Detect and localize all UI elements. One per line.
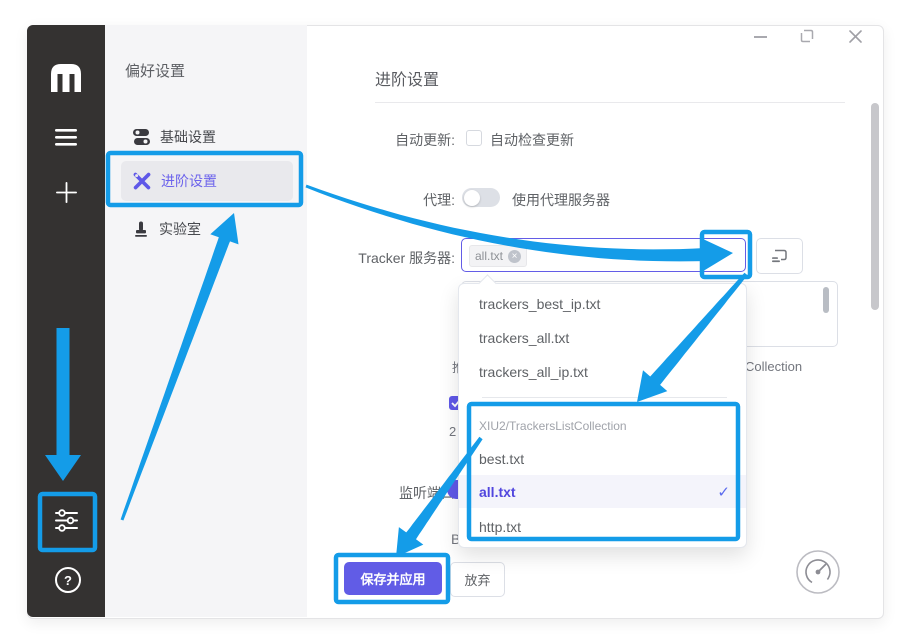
basic-settings-icon xyxy=(133,129,150,145)
sidebar-item-basic-settings[interactable]: 基础设置 xyxy=(121,117,293,157)
preferences-icon[interactable] xyxy=(55,509,78,532)
save-apply-button[interactable]: 保存并应用 xyxy=(344,562,442,595)
option-label: trackers_best_ip.txt xyxy=(479,296,600,312)
dropdown-option-selected[interactable]: all.txt ✓ xyxy=(459,475,746,508)
discard-label: 放弃 xyxy=(464,570,490,589)
sync-icon xyxy=(771,249,788,264)
maximize-icon[interactable] xyxy=(800,29,814,43)
auto-update-checkbox-label: 自动检查更新 xyxy=(490,130,574,150)
dropdown-group-label: XIU2/TrackersListCollection xyxy=(479,419,627,433)
help-glyph: ? xyxy=(64,573,72,588)
sync-date-fragment: 2 xyxy=(449,424,457,439)
motrix-logo xyxy=(49,62,83,92)
preferences-sidebar xyxy=(105,25,307,617)
page-title: 进阶设置 xyxy=(375,66,439,90)
lab-icon xyxy=(133,221,149,237)
dropdown-option[interactable]: best.txt xyxy=(459,442,746,476)
add-task-icon[interactable] xyxy=(56,182,77,203)
main-scrollbar-thumb[interactable] xyxy=(871,103,879,310)
tag-remove-icon[interactable]: × xyxy=(508,250,521,263)
sidebar-title: 偏好设置 xyxy=(125,60,185,81)
sidebar-item-label: 实验室 xyxy=(159,219,201,239)
option-label: http.txt xyxy=(479,519,521,535)
advanced-settings-icon xyxy=(133,172,151,190)
nav-rail: ? xyxy=(27,25,105,617)
textarea-scrollbar-thumb[interactable] xyxy=(823,287,829,313)
description-fragment-left2: 〈 xyxy=(452,374,457,393)
screen: ? 偏好设置 基础设置 进阶设置 xyxy=(0,0,906,643)
option-label: trackers_all_ip.txt xyxy=(479,364,588,380)
tracker-label: Tracker 服务器: xyxy=(305,248,455,268)
auto-update-label: 自动更新: xyxy=(305,130,455,150)
sidebar-item-label: 进阶设置 xyxy=(161,171,217,191)
dropdown-option[interactable]: trackers_all_ip.txt xyxy=(459,355,746,389)
close-icon[interactable] xyxy=(848,29,863,44)
auto-update-checkbox[interactable] xyxy=(466,130,482,146)
switch-knob xyxy=(464,190,480,206)
sidebar-item-advanced-settings[interactable]: 进阶设置 xyxy=(121,161,293,201)
tracker-dropdown: trackers_best_ip.txt trackers_all.txt tr… xyxy=(458,283,747,548)
sync-trackers-button[interactable] xyxy=(756,238,803,274)
sidebar-item-lab[interactable]: 实验室 xyxy=(121,209,293,249)
dropdown-option[interactable]: trackers_all.txt xyxy=(459,321,746,355)
title-divider xyxy=(375,102,845,103)
chevron-up-icon[interactable] xyxy=(711,249,726,258)
task-list-icon[interactable] xyxy=(55,129,77,146)
speed-gauge-button[interactable] xyxy=(795,549,841,595)
tracker-tag-label: all.txt xyxy=(475,249,503,263)
dropdown-option[interactable]: http.txt xyxy=(459,510,746,544)
option-label: trackers_all.txt xyxy=(479,330,569,346)
selected-check-icon: ✓ xyxy=(717,483,730,501)
proxy-switch[interactable] xyxy=(462,188,500,207)
proxy-switch-label: 使用代理服务器 xyxy=(512,190,610,210)
proxy-label: 代理: xyxy=(305,190,455,210)
option-label: all.txt xyxy=(479,484,516,500)
description-fragment-collection: Collection xyxy=(745,359,802,374)
minimize-glyph xyxy=(754,36,767,38)
listen-port-label: 监听端口 xyxy=(305,483,455,503)
dropdown-option[interactable]: trackers_best_ip.txt xyxy=(459,287,746,321)
help-icon[interactable]: ? xyxy=(55,567,81,593)
save-apply-label: 保存并应用 xyxy=(360,569,425,588)
tracker-tag[interactable]: all.txt × xyxy=(469,245,527,267)
discard-button[interactable]: 放弃 xyxy=(450,562,505,597)
option-label: best.txt xyxy=(479,451,524,467)
dropdown-divider xyxy=(482,397,727,398)
minimize-icon[interactable] xyxy=(749,28,771,46)
sidebar-item-label: 基础设置 xyxy=(160,127,216,147)
